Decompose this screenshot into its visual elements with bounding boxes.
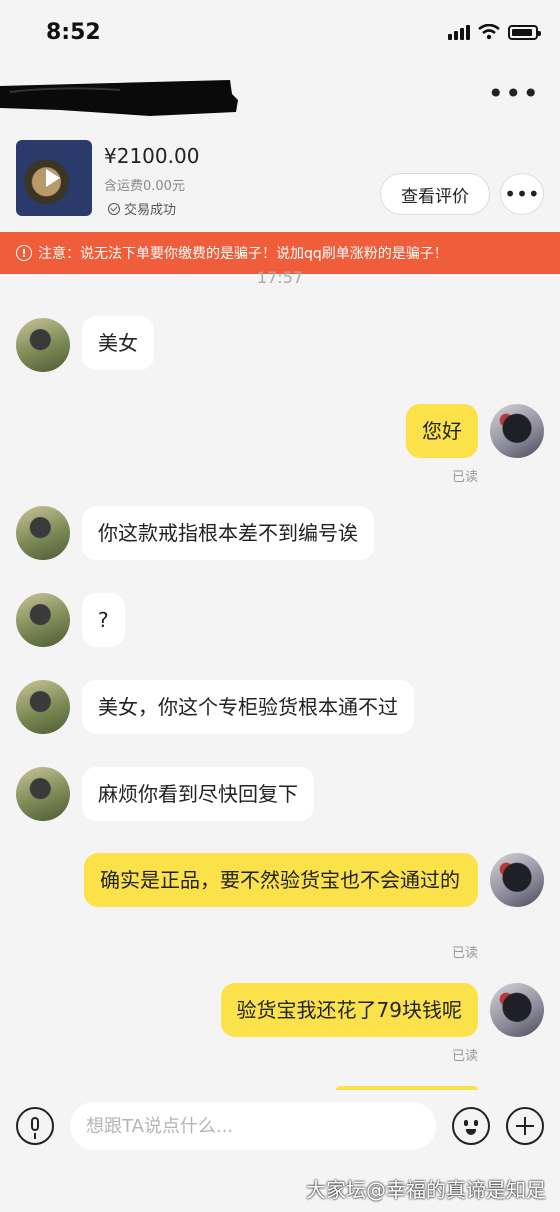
check-circle-icon xyxy=(108,202,120,215)
message-bubble[interactable]: 美女，你这个专柜验货根本通不过 xyxy=(82,680,414,734)
battery-icon xyxy=(508,24,541,40)
message-bubble[interactable]: 确实是正品，要不然验货宝也不会通过的 xyxy=(84,853,478,907)
play-icon xyxy=(46,169,60,187)
emoji-icon[interactable] xyxy=(452,1107,490,1145)
read-receipt: 已读 xyxy=(452,1049,479,1064)
message-bubble[interactable]: 你这款戒指根本差不到编号诶 xyxy=(82,506,374,560)
status-bar: 8:52 xyxy=(0,0,560,66)
read-receipt: 已读 xyxy=(452,470,479,485)
my-avatar[interactable] xyxy=(490,983,544,1037)
product-card[interactable]: ¥2100.00 含运费0.00元 交易成功 查看评价 ••• xyxy=(0,132,560,232)
warning-text: 注意：说无法下单要你缴费的是骗子！说加qq刷单涨粉的是骗子！ xyxy=(38,246,448,262)
message-bubble[interactable]: 您好 xyxy=(406,404,478,458)
more-options-icon[interactable]: ••• xyxy=(487,80,540,108)
product-thumbnail[interactable] xyxy=(16,140,92,216)
shipping-fee: 含运费0.00元 xyxy=(104,179,185,194)
wifi-icon xyxy=(478,24,500,40)
chat-header: ••• xyxy=(0,66,560,130)
my-avatar[interactable] xyxy=(490,853,544,907)
read-receipt: 已读 xyxy=(452,946,479,961)
peer-avatar[interactable] xyxy=(16,680,70,734)
input-bar xyxy=(0,1090,560,1162)
clock: 8:52 xyxy=(46,20,101,45)
product-price: ¥2100.00 xyxy=(104,144,200,168)
message-bubble[interactable]: ? xyxy=(82,593,125,647)
deal-status-label: 交易成功 xyxy=(124,203,177,218)
warning-icon: ! xyxy=(16,245,32,261)
status-icons xyxy=(448,24,541,40)
watermark: 大家坛@幸福的真谛是知足 xyxy=(306,1178,546,1202)
message-bubble[interactable]: 美女 xyxy=(82,316,154,370)
deal-status: 交易成功 xyxy=(108,199,176,218)
footer: 大家坛@幸福的真谛是知足 xyxy=(0,1162,560,1212)
message-bubble[interactable]: 验货宝我还花了79块钱呢 xyxy=(220,983,478,1037)
microphone-icon[interactable] xyxy=(16,1107,54,1145)
redacted-username xyxy=(0,80,238,116)
peer-avatar[interactable] xyxy=(16,767,70,821)
peer-avatar[interactable] xyxy=(16,506,70,560)
peer-avatar[interactable] xyxy=(16,593,70,647)
my-avatar[interactable] xyxy=(490,404,544,458)
product-more-button[interactable]: ••• xyxy=(500,173,544,215)
chat-timestamp: 17:57 xyxy=(256,268,304,287)
message-input[interactable] xyxy=(70,1102,436,1150)
message-bubble[interactable]: 麻烦你看到尽快回复下 xyxy=(82,767,314,821)
plus-icon[interactable] xyxy=(506,1107,544,1145)
signal-icon xyxy=(448,24,470,40)
peer-avatar[interactable] xyxy=(16,318,70,372)
view-review-button[interactable]: 查看评价 xyxy=(380,173,490,215)
